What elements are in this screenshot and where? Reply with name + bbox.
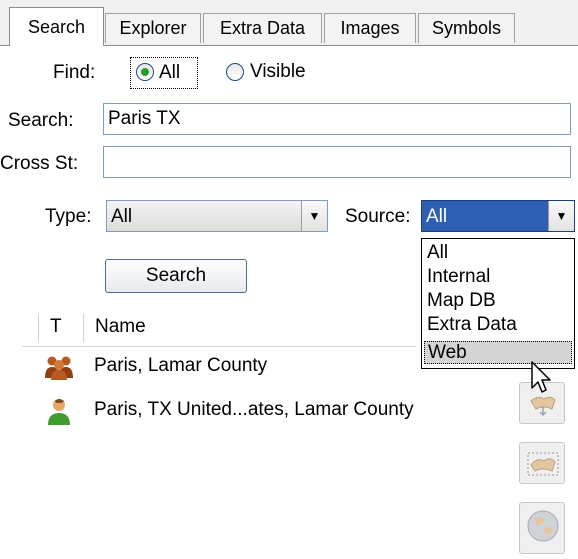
tab-label: Explorer xyxy=(119,18,187,38)
source-select-value: All xyxy=(426,206,448,227)
source-label: Source: xyxy=(345,206,411,227)
radio-all-focus[interactable]: All xyxy=(130,57,198,89)
source-select[interactable]: All ▼ xyxy=(421,200,575,232)
tab-extra-data[interactable]: Extra Data xyxy=(203,13,322,43)
result-name: Paris, TX United...ates, Lamar County xyxy=(94,399,414,420)
person-icon xyxy=(48,399,70,425)
mouse-pointer-icon xyxy=(531,361,551,393)
radio-visible[interactable] xyxy=(226,63,244,81)
chevron-down-icon[interactable]: ▼ xyxy=(301,201,327,231)
map-area-icon xyxy=(527,452,559,476)
search-label: Search: xyxy=(8,110,74,131)
search-input[interactable]: Paris TX xyxy=(103,103,571,135)
globe-icon xyxy=(527,510,559,542)
radio-all[interactable] xyxy=(136,63,154,81)
type-select[interactable]: All ▼ xyxy=(106,200,328,232)
tab-explorer[interactable]: Explorer xyxy=(105,13,201,43)
type-label: Type: xyxy=(45,206,92,227)
source-option-all[interactable]: All xyxy=(424,242,572,265)
cross-street-input[interactable] xyxy=(103,146,571,178)
find-label: Find: xyxy=(53,62,96,83)
search-button-label: Search xyxy=(145,265,207,286)
tab-strip: Search Explorer Extra Data Images Symbol… xyxy=(0,0,578,46)
tab-label: Images xyxy=(340,18,400,38)
tab-images[interactable]: Images xyxy=(324,13,416,43)
type-select-value: All xyxy=(111,206,133,227)
source-option-extra-data[interactable]: Extra Data xyxy=(424,314,572,337)
radio-visible-label: Visible xyxy=(250,61,306,82)
column-separator xyxy=(83,314,84,342)
map-area-button[interactable] xyxy=(519,442,565,484)
tab-search[interactable]: Search xyxy=(9,7,104,46)
tab-label: Search xyxy=(27,16,86,37)
group-icon xyxy=(45,356,73,380)
tab-label: Symbols xyxy=(431,18,502,38)
tab-label: Extra Data xyxy=(219,18,306,38)
result-name: Paris, Lamar County xyxy=(94,355,268,376)
table-row[interactable]: Paris, TX United...ates, Lamar County xyxy=(22,392,416,428)
results-header: T Name xyxy=(22,310,416,347)
table-row[interactable]: Paris, Lamar County xyxy=(22,348,416,384)
search-button[interactable]: Search xyxy=(105,259,247,293)
radio-dot xyxy=(141,68,149,76)
source-option-internal[interactable]: Internal xyxy=(424,266,572,289)
globe-button[interactable] xyxy=(519,502,565,554)
column-separator xyxy=(38,314,39,342)
chevron-down-icon[interactable]: ▼ xyxy=(548,201,574,231)
column-name-header[interactable]: Name xyxy=(95,316,146,338)
cross-street-label: Cross St: xyxy=(0,153,79,174)
source-dropdown-list: All Internal Map DB Extra Data Web xyxy=(421,238,575,369)
column-type-header[interactable]: T xyxy=(50,316,62,338)
source-option-map-db[interactable]: Map DB xyxy=(424,290,572,313)
tab-symbols[interactable]: Symbols xyxy=(418,13,515,43)
radio-all-label: All xyxy=(159,62,181,83)
